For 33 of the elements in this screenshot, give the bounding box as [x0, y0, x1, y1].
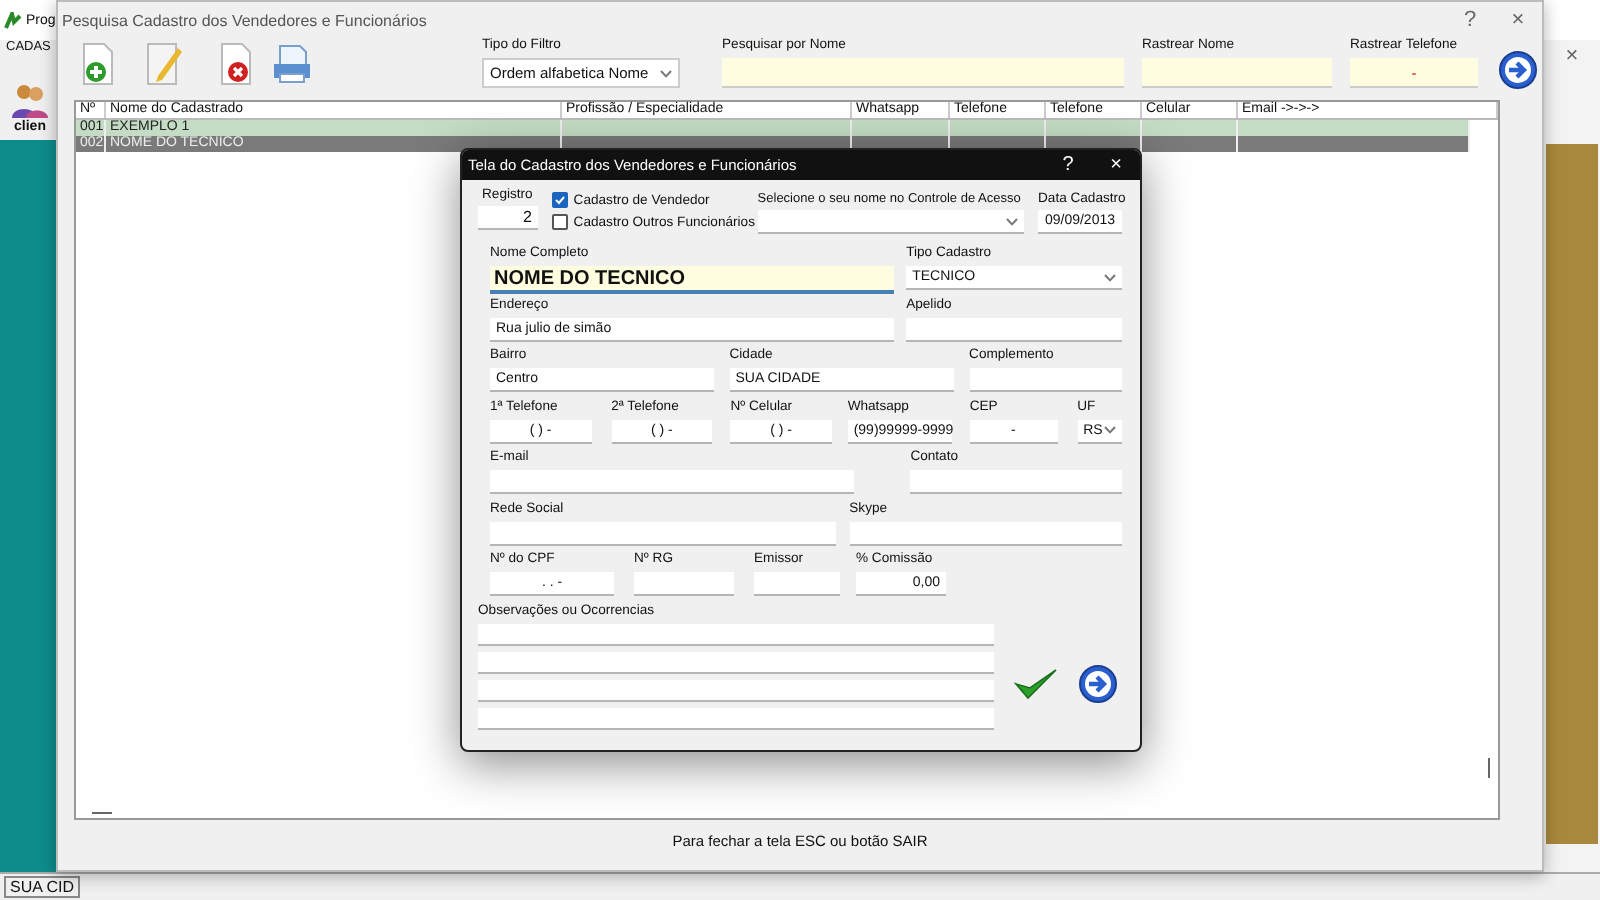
caret-icon — [1104, 426, 1117, 434]
name-field[interactable]: NOME DO TECNICO — [490, 266, 895, 294]
input-field[interactable] — [490, 470, 855, 494]
track-name-field[interactable] — [1142, 58, 1332, 88]
close-button[interactable]: × — [1494, 8, 1542, 32]
app-icon — [4, 11, 22, 29]
dropdown[interactable] — [757, 210, 1024, 234]
input-field[interactable] — [634, 572, 734, 596]
caret-icon — [1104, 273, 1116, 281]
input-field[interactable] — [906, 317, 1122, 341]
caret-icon — [1005, 217, 1018, 225]
checkmark-icon[interactable] — [1014, 665, 1058, 701]
arrow-right-icon[interactable] — [1078, 663, 1118, 703]
arrow-right-icon[interactable] — [1498, 50, 1538, 90]
checkbox[interactable] — [551, 214, 568, 230]
edit-document-icon[interactable] — [142, 42, 186, 86]
close-button[interactable]: × — [1092, 154, 1140, 176]
caret-icon — [660, 69, 672, 77]
input-field[interactable] — [849, 521, 1122, 545]
input-field[interactable] — [490, 521, 836, 545]
help-button[interactable]: ? — [1044, 154, 1092, 176]
search-field[interactable] — [722, 58, 1124, 88]
status-text: SUA CID — [4, 876, 81, 898]
window-title: Pesquisa Cadastro dos Vendedores e Funcionários — [62, 11, 427, 29]
people-icon[interactable] — [10, 80, 50, 120]
input-field[interactable]: 2 — [478, 206, 538, 230]
close-button[interactable]: × — [1548, 44, 1596, 72]
print-icon[interactable] — [270, 42, 314, 86]
input-field[interactable] — [910, 470, 1122, 494]
input-field[interactable] — [969, 368, 1122, 392]
input-field[interactable] — [754, 572, 840, 596]
checkbox[interactable] — [551, 192, 568, 208]
help-button[interactable]: ? — [1446, 8, 1494, 32]
